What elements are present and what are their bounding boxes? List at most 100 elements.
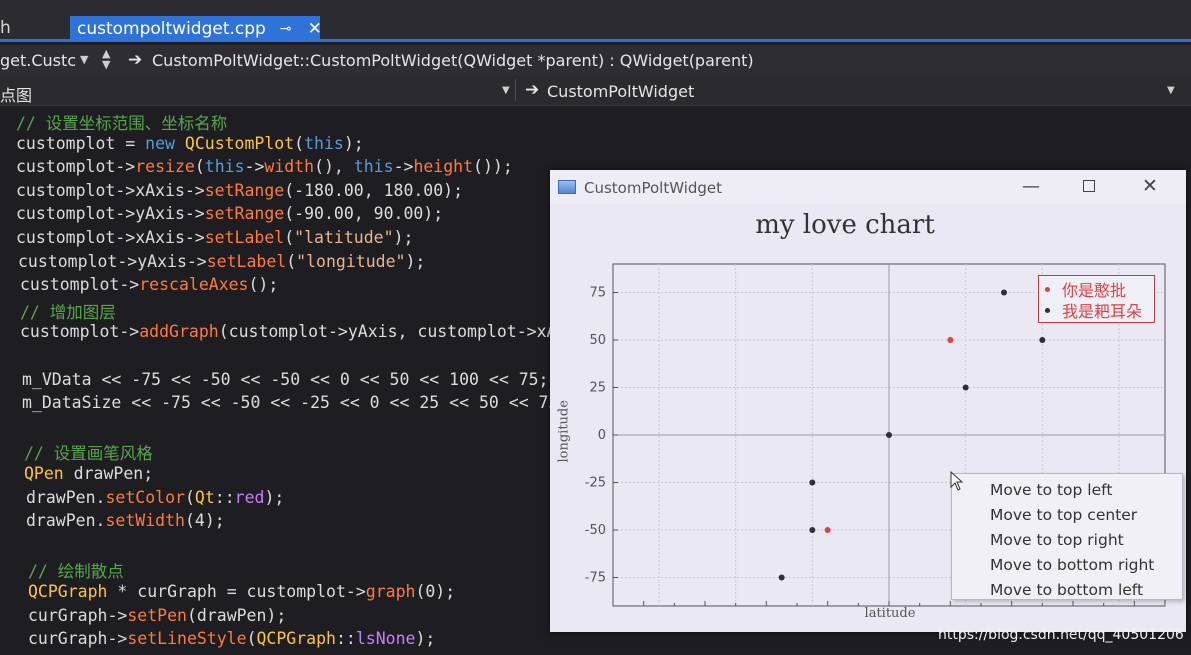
code-token: this: [204, 157, 245, 177]
scatter-point: [1001, 289, 1007, 296]
y-tick-label: 50: [589, 333, 606, 348]
arrow-right-icon: ➔: [128, 50, 143, 70]
code-token: setLabel: [206, 251, 287, 271]
code-line: customplot->resize(this->width(), this->…: [16, 157, 513, 176]
code-token: customplot->: [16, 157, 136, 177]
code-token: lsNone: [355, 629, 416, 649]
code-token: ::: [335, 629, 356, 649]
code-token: ->: [244, 157, 265, 177]
scatter-point: [778, 574, 785, 581]
arrow-right-icon: ➔: [525, 80, 540, 100]
y-tick-label: -75: [585, 571, 606, 586]
code-token: );: [343, 133, 364, 153]
code-token: drawPen;: [63, 464, 154, 483]
code-token: QPen: [24, 464, 64, 483]
menu-item-move-bottom-right[interactable]: Move to bottom right: [990, 556, 1154, 574]
code-token: * curGraph = customplot->: [107, 582, 366, 601]
menu-item-move-top-left[interactable]: Move to top left: [990, 481, 1112, 499]
code-token: setColor: [105, 487, 185, 507]
code-token: setRange: [204, 204, 285, 224]
scatter-point: [886, 432, 892, 438]
scatter-point: [1039, 337, 1046, 343]
code-token: QCPGraph: [28, 582, 108, 601]
code-line: m_DataSize << -75 << -50 << -25 << 0 << …: [22, 393, 568, 412]
chevron-down-icon[interactable]: ▼: [502, 85, 510, 96]
code-token: setLineStyle: [127, 629, 247, 649]
code-token: addGraph: [139, 322, 219, 342]
code-token: customplot->yAxis->: [16, 204, 205, 224]
watermark-url: https://blog.csdn.net/qq_40501206: [938, 627, 1184, 643]
code-token: customplot->xAxis->: [16, 228, 205, 247]
code-token: ::: [214, 487, 235, 507]
legend-label: 我是耙耳朵: [1062, 302, 1143, 321]
code-token: QCPGraph: [256, 629, 336, 649]
code-token: "longitude": [296, 251, 406, 271]
up-down-arrows-icon[interactable]: ▲ ▼: [102, 48, 110, 70]
y-tick-label: 25: [589, 381, 606, 396]
code-line: customplot->yAxis->setLabel("longitude")…: [18, 252, 425, 271]
chevron-down-icon[interactable]: ▼: [80, 53, 88, 66]
code-line: customplot->yAxis->setRange(-90.00, 90.0…: [16, 204, 443, 223]
code-token: new: [145, 133, 185, 153]
x-axis-label: latitude: [864, 606, 916, 621]
code-line: curGraph->setPen(drawPen);: [28, 606, 286, 625]
code-token: ();: [248, 275, 279, 295]
code-token: this: [304, 133, 344, 153]
code-line: QPen drawPen;: [24, 464, 153, 483]
code-token: (: [286, 251, 297, 271]
code-token: Qt: [194, 487, 215, 507]
code-token: drawPen.: [26, 511, 106, 531]
code-token: );: [264, 487, 285, 507]
tab-previous[interactable]: h: [0, 18, 11, 38]
code-token: red: [234, 487, 265, 507]
close-tab-icon[interactable]: ✕: [308, 19, 322, 39]
code-token: customplot->yAxis->: [18, 251, 207, 271]
code-line: // 增加图层: [20, 299, 116, 323]
scatter-point: [947, 337, 954, 343]
legend-context-menu: Move to top left Move to top center Move…: [951, 473, 1183, 600]
plot-window: CustomPoltWidget — ✕ my love chart 75 50 2…: [550, 170, 1186, 632]
legend-marker: [1045, 286, 1050, 292]
scope-dropdown[interactable]: get.Custc: [0, 51, 76, 70]
tab-label: custompoltwidget.cpp: [77, 19, 266, 39]
code-token: // 设置画笔风格: [24, 444, 153, 464]
code-token: ->: [393, 157, 414, 177]
chevron-down-icon[interactable]: ▼: [1167, 85, 1175, 96]
member-dropdown[interactable]: CustomPoltWidget: [547, 82, 694, 101]
divider: [515, 79, 516, 101]
code-token: setPen: [127, 605, 187, 625]
menu-item-move-top-right[interactable]: Move to top right: [990, 531, 1124, 549]
member-navigation-bar: 点图 ▼ ➔ CustomPoltWidget ▼: [0, 75, 1191, 106]
code-line: m_VData << -75 << -50 << -50 << 0 << 50 …: [22, 370, 549, 389]
tab-custompoltwidget-cpp[interactable]: custompoltwidget.cpp ⊸ ✕: [70, 16, 322, 42]
code-token: customplot->xAxis->: [16, 180, 205, 200]
code-token: m_VData << -75 << -50 << -50 << 0 << 50 …: [22, 369, 549, 389]
code-line: // 设置画笔风格: [24, 440, 153, 464]
code-token: rescaleAxes: [139, 275, 249, 295]
code-token: (customplot->yAxis, customplot->xAx: [218, 322, 567, 342]
code-token: (4);: [184, 511, 225, 531]
menu-item-move-bottom-left[interactable]: Move to bottom left: [990, 581, 1143, 599]
code-token: );: [393, 228, 414, 247]
code-token: this: [353, 157, 394, 177]
code-token: (: [194, 157, 205, 177]
y-tick-label: 0: [598, 428, 606, 443]
code-line: customplot->xAxis->setLabel("latitude");: [16, 228, 413, 247]
chart-legend[interactable]: 你是憨批 我是耙耳朵: [1038, 275, 1155, 323]
code-line: customplot->xAxis->setRange(-180.00, 180…: [16, 181, 463, 200]
code-token: (: [284, 228, 295, 247]
code-line: QCPGraph * curGraph = customplot->graph(…: [28, 582, 455, 601]
function-dropdown[interactable]: CustomPoltWidget::CustomPoltWidget(QWidg…: [152, 51, 754, 70]
code-line: curGraph->setLineStyle(QCPGraph::lsNone)…: [28, 629, 435, 648]
pin-icon[interactable]: ⊸: [280, 21, 292, 37]
code-token: (: [184, 487, 195, 507]
code-token: ());: [473, 157, 513, 177]
menu-item-move-top-center[interactable]: Move to top center: [990, 506, 1137, 524]
mouse-cursor-icon: [950, 471, 964, 491]
file-scope-dropdown[interactable]: 点图: [0, 82, 32, 106]
editor-tab-bar: h custompoltwidget.cpp ⊸ ✕: [0, 0, 1191, 42]
code-token: graph: [365, 582, 416, 601]
y-tick-label: -25: [585, 476, 606, 491]
legend-item-series-2: 我是耙耳朵: [1045, 299, 1142, 321]
code-line: customplot = new QCustomPlot(this);: [16, 134, 364, 153]
